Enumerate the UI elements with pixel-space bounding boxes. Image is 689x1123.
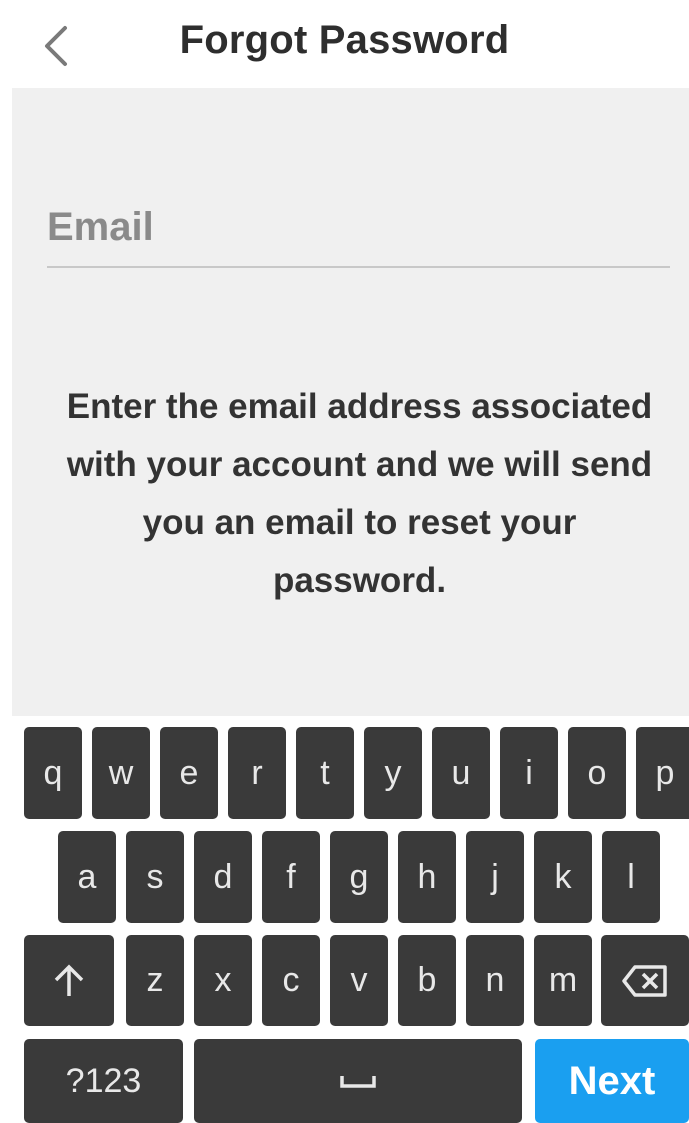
page-title: Forgot Password [179,18,510,62]
keyboard: qwertyuiop asdfghjkl zxcvbnm ?123 Next [0,716,689,1123]
space-key[interactable] [194,1039,522,1123]
key-c[interactable]: c [262,935,320,1026]
key-r[interactable]: r [228,727,286,819]
key-v[interactable]: v [330,935,388,1026]
shift-key[interactable] [24,935,114,1026]
backspace-key[interactable] [601,935,689,1026]
key-i[interactable]: i [500,727,558,819]
shift-arrow-icon [54,964,84,996]
key-x[interactable]: x [194,935,252,1026]
key-f[interactable]: f [262,831,320,923]
key-z[interactable]: z [126,935,184,1026]
key-h[interactable]: h [398,831,456,923]
space-icon [340,1076,376,1088]
key-g[interactable]: g [330,831,388,923]
key-y[interactable]: y [364,727,422,819]
content-panel: Enter the email address associated with … [12,88,689,716]
key-n[interactable]: n [466,935,524,1026]
symbols-key[interactable]: ?123 [24,1039,183,1123]
key-u[interactable]: u [432,727,490,819]
key-b[interactable]: b [398,935,456,1026]
key-k[interactable]: k [534,831,592,923]
key-o[interactable]: o [568,727,626,819]
next-key[interactable]: Next [535,1039,689,1123]
key-j[interactable]: j [466,831,524,923]
key-t[interactable]: t [296,727,354,819]
key-q[interactable]: q [24,727,82,819]
backspace-icon [622,964,667,997]
key-l[interactable]: l [602,831,660,923]
key-a[interactable]: a [58,831,116,923]
email-field[interactable] [47,188,670,268]
key-w[interactable]: w [92,727,150,819]
key-d[interactable]: d [194,831,252,923]
key-e[interactable]: e [160,727,218,819]
header: Forgot Password [0,0,689,88]
key-s[interactable]: s [126,831,184,923]
key-m[interactable]: m [534,935,592,1026]
instructions-text: Enter the email address associated with … [66,387,653,600]
key-p[interactable]: p [636,727,689,819]
